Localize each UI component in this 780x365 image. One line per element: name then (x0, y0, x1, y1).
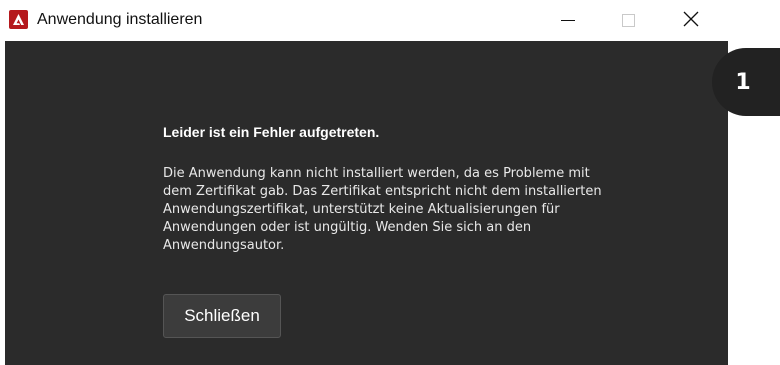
title-bar: Anwendung installieren (5, 0, 728, 41)
minimize-icon (561, 20, 575, 21)
error-message: Die Anwendung kann nicht installiert wer… (163, 166, 602, 253)
close-button[interactable]: Schließen (163, 294, 281, 338)
maximize-button[interactable] (605, 0, 651, 41)
step-badge: 1 (712, 48, 780, 116)
adobe-air-icon (9, 10, 28, 29)
close-window-button[interactable] (668, 0, 714, 41)
window-title: Anwendung installieren (37, 11, 203, 28)
close-icon (683, 11, 699, 31)
dialog-content: Leider ist ein Fehler aufgetreten. Die A… (5, 41, 728, 365)
step-number: 1 (735, 69, 751, 95)
maximize-icon (621, 14, 635, 27)
minimize-button[interactable] (545, 0, 591, 41)
installer-window: Anwendung installieren Leider ist ein Fe… (5, 0, 728, 365)
error-heading: Leider ist ein Fehler aufgetreten. (163, 124, 380, 140)
